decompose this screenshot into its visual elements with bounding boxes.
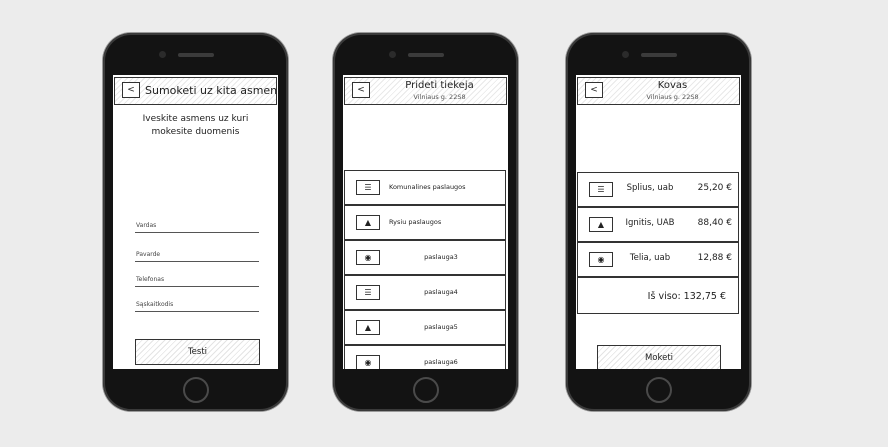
bill-provider: Splius, uab <box>626 183 674 193</box>
address-subtitle: Vilniaus g. 22S8 <box>646 93 699 101</box>
total-row: Iš viso: 132,75 € <box>577 277 739 314</box>
service-label: paslauga4 <box>424 288 458 296</box>
phone-frame-transfer: < Sumoketi uz kita asmeni Iveskite asmen… <box>103 33 288 411</box>
bill-amount: 12,88 € <box>697 253 732 263</box>
phone-frame-add-supplier: < Prideti tiekeja Vilniaus g. 22S8 ☰ Kom… <box>333 33 518 411</box>
pig-icon: ◉ <box>589 252 613 267</box>
stack-icon: ☰ <box>356 285 380 300</box>
camera-icon <box>622 51 629 58</box>
speaker-grille <box>407 53 444 57</box>
camera-icon <box>159 51 166 58</box>
bills-screen: < Kovas Vilniaus g. 22S8 ☰ Splius, uab 2… <box>576 75 741 369</box>
add-supplier-header: < Prideti tiekeja Vilniaus g. 22S8 <box>344 77 507 105</box>
list-item[interactable]: ▲ paslauga5 <box>344 310 506 345</box>
page-title: Prideti tiekeja <box>405 80 474 91</box>
home-button[interactable] <box>182 377 209 403</box>
field-label: Pavarde <box>136 251 161 258</box>
add-supplier-screen: < Prideti tiekeja Vilniaus g. 22S8 ☰ Kom… <box>343 75 508 369</box>
list-item[interactable]: ◉ paslauga3 <box>344 240 506 275</box>
speaker-grille <box>177 53 214 57</box>
back-button[interactable]: < <box>122 82 140 98</box>
service-label: paslauga6 <box>424 358 458 366</box>
pig-icon: ◉ <box>356 355 380 369</box>
field-label: Telefonas <box>136 276 165 283</box>
tree-icon: ▲ <box>356 215 380 230</box>
camera-icon <box>389 51 396 58</box>
address-subtitle: Vilniaus g. 22S8 <box>413 93 466 101</box>
pay-button[interactable]: Moketi <box>597 345 721 369</box>
chevron-left-icon: < <box>590 85 598 95</box>
bill-amount: 88,40 € <box>697 218 732 228</box>
transfer-screen: < Sumoketi uz kita asmeni Iveskite asmen… <box>113 75 278 369</box>
speaker-grille <box>640 53 677 57</box>
back-button[interactable]: < <box>585 82 603 98</box>
tree-icon: ▲ <box>589 217 613 232</box>
first-name-field[interactable]: Vardas <box>135 218 259 233</box>
chevron-left-icon: < <box>357 85 365 95</box>
bill-row[interactable]: ▲ Ignitis, UAB 88,40 € <box>577 207 739 242</box>
field-label: Sąskaitkodis <box>136 301 174 308</box>
account-code-field[interactable]: Sąskaitkodis <box>135 297 259 312</box>
home-button[interactable] <box>412 377 439 403</box>
bill-provider: Ignitis, UAB <box>625 218 675 228</box>
service-label: Komunalines paslaugos <box>389 183 466 191</box>
instruction-text: Iveskite asmens uz kuri mokesite duomeni… <box>142 114 249 137</box>
page-title: Kovas <box>657 80 688 91</box>
bill-provider: Telia, uab <box>629 253 671 263</box>
continue-button[interactable]: Testi <box>135 339 260 365</box>
pig-icon: ◉ <box>356 250 380 265</box>
home-button[interactable] <box>645 377 672 403</box>
bills-header: < Kovas Vilniaus g. 22S8 <box>577 77 740 105</box>
list-item[interactable]: ☰ paslauga4 <box>344 275 506 310</box>
field-label: Vardas <box>136 222 157 229</box>
tree-icon: ▲ <box>356 320 380 335</box>
bill-row[interactable]: ☰ Splius, uab 25,20 € <box>577 172 739 207</box>
service-label: paslauga3 <box>424 253 458 261</box>
stack-icon: ☰ <box>356 180 380 195</box>
service-label: Rysiu paslaugos <box>389 218 442 226</box>
bill-amount: 25,20 € <box>697 183 732 193</box>
page-title: Sumoketi uz kita asmeni <box>145 84 278 97</box>
list-item[interactable]: ▲ Rysiu paslaugos <box>344 205 506 240</box>
phone-frame-bills: < Kovas Vilniaus g. 22S8 ☰ Splius, uab 2… <box>566 33 751 411</box>
last-name-field[interactable]: Pavarde <box>135 247 259 262</box>
chevron-left-icon: < <box>127 85 135 95</box>
stack-icon: ☰ <box>589 182 613 197</box>
bill-row[interactable]: ◉ Telia, uab 12,88 € <box>577 242 739 277</box>
total-amount: Iš viso: 132,75 € <box>647 291 726 302</box>
transfer-header: < Sumoketi uz kita asmeni <box>114 77 278 105</box>
back-button[interactable]: < <box>352 82 370 98</box>
list-item[interactable]: ◉ paslauga6 <box>344 345 506 369</box>
list-item[interactable]: ☰ Komunalines paslaugos <box>344 170 506 205</box>
phone-field[interactable]: Telefonas <box>135 272 259 287</box>
service-label: paslauga5 <box>424 323 458 331</box>
